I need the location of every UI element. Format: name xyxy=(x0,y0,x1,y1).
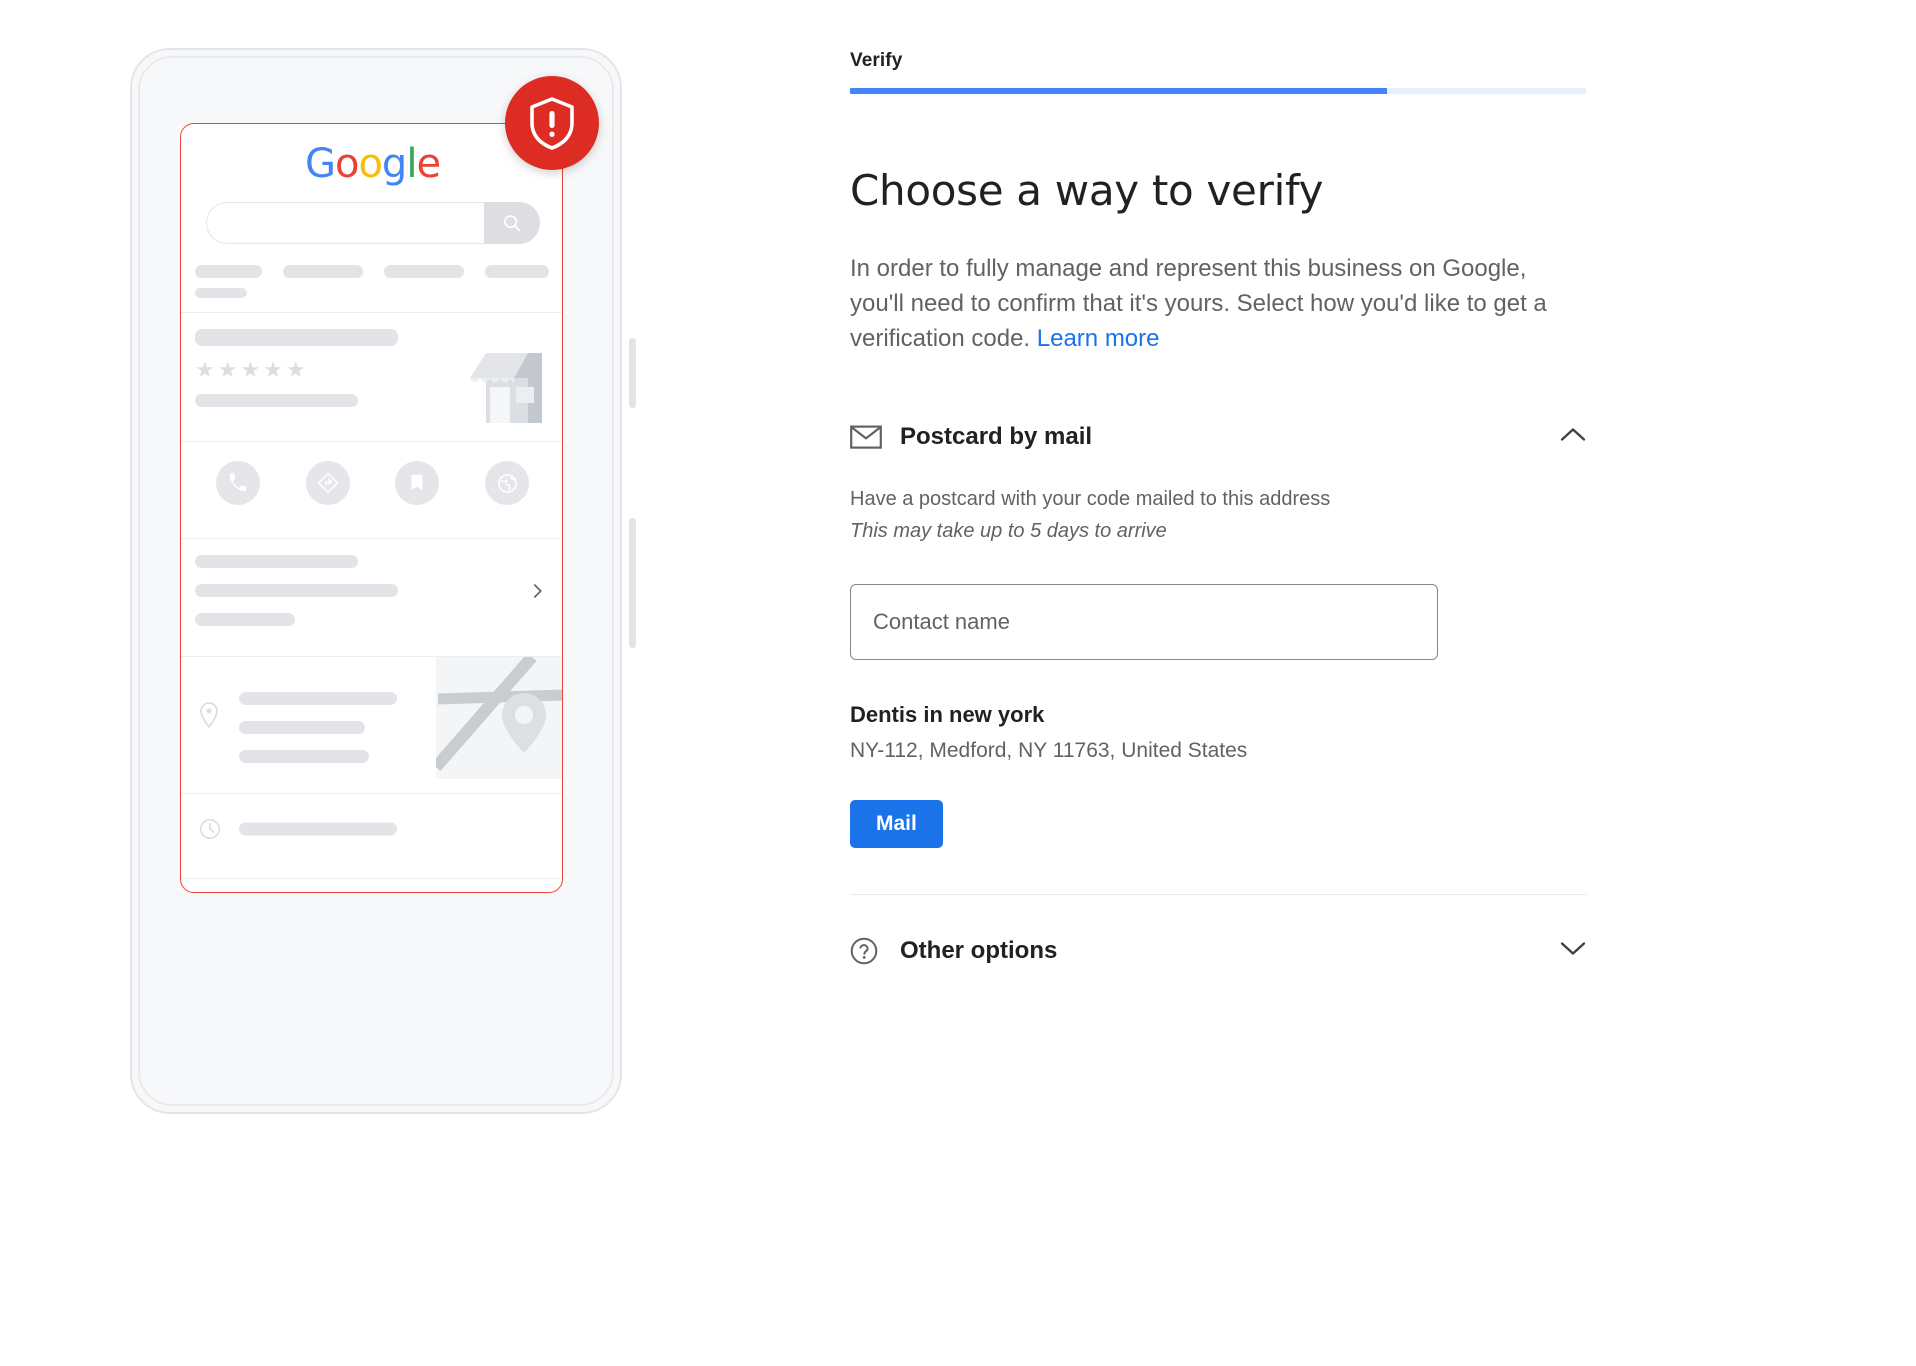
description-text: In order to fully manage and represent t… xyxy=(850,255,1547,352)
postcard-option-description: Have a postcard with your code mailed to… xyxy=(850,486,1586,545)
mock-line xyxy=(195,555,358,568)
postcard-delivery-note: This may take up to 5 days to arrive xyxy=(850,519,1167,542)
business-name: Dentis in new york xyxy=(850,701,1045,727)
phone-illustration: Google ★★★★★ xyxy=(130,48,636,1118)
logo-letter-g1: G xyxy=(304,141,336,187)
progress-bar-fill xyxy=(850,88,1388,94)
contact-name-field[interactable] xyxy=(850,583,1438,660)
location-pin-icon xyxy=(200,702,218,729)
call-action xyxy=(215,461,260,505)
website-icon xyxy=(497,473,517,493)
postcard-option-title: Postcard by mail xyxy=(900,422,1093,450)
mock-line xyxy=(195,584,398,597)
directions-icon xyxy=(317,472,339,494)
progress-bar xyxy=(850,88,1586,94)
mock-line xyxy=(195,613,295,626)
verification-panel: Verify Choose a way to verify In order t… xyxy=(850,50,1586,971)
mock-chip xyxy=(283,265,363,278)
mock-address-lines xyxy=(239,692,397,763)
step-label: Verify xyxy=(850,50,903,71)
phone-side-button-bottom xyxy=(629,518,636,648)
logo-letter-e: e xyxy=(416,141,441,187)
google-logo: Google xyxy=(181,141,562,187)
postcard-option-header[interactable]: Postcard by mail xyxy=(850,417,1586,457)
website-action xyxy=(485,461,530,505)
mock-action-row xyxy=(181,442,562,524)
postcard-description-text: Have a postcard with your code mailed to… xyxy=(850,487,1331,510)
envelope-icon xyxy=(850,424,884,450)
phone-screen: Google ★★★★★ xyxy=(180,123,563,893)
logo-letter-l: l xyxy=(406,141,417,187)
mock-hours-row xyxy=(181,794,562,864)
logo-letter-g2: g xyxy=(381,141,407,187)
mock-chip xyxy=(384,265,464,278)
call-icon xyxy=(229,473,247,492)
mock-phone-row xyxy=(181,879,562,892)
phone-side-button-top xyxy=(629,338,636,408)
mock-line xyxy=(239,721,365,734)
mock-chip xyxy=(195,288,247,298)
other-options-header[interactable]: Other options xyxy=(850,931,1586,971)
mock-address-row xyxy=(181,657,562,779)
directions-action xyxy=(305,461,350,505)
business-address: NY-112, Medford, NY 11763, United States xyxy=(850,738,1248,762)
clock-icon xyxy=(199,818,221,840)
shield-alert-icon xyxy=(530,97,574,150)
mock-chip xyxy=(195,265,262,278)
chevron-right-icon xyxy=(533,583,542,598)
contact-name-input[interactable] xyxy=(871,607,1417,636)
mock-info-block xyxy=(181,539,562,642)
mock-line xyxy=(239,692,397,705)
bookmark-icon xyxy=(411,474,423,491)
logo-letter-o2: o xyxy=(358,141,383,187)
mock-line xyxy=(239,750,369,763)
page-description: In order to fully manage and represent t… xyxy=(850,252,1550,356)
mock-review-count xyxy=(195,394,358,407)
learn-more-link[interactable]: Learn more xyxy=(1037,325,1160,352)
chevron-down-icon[interactable] xyxy=(1560,940,1586,961)
storefront-illustration xyxy=(458,331,556,434)
mail-button[interactable]: Mail xyxy=(850,799,943,848)
search-icon xyxy=(503,215,520,232)
map-thumbnail xyxy=(436,657,562,779)
chevron-up-icon[interactable] xyxy=(1560,426,1586,447)
help-circle-icon xyxy=(850,937,884,965)
section-divider xyxy=(850,893,1586,895)
page-title: Choose a way to verify xyxy=(850,166,1324,215)
mock-chip xyxy=(485,265,549,278)
mock-business-title xyxy=(195,329,398,346)
save-action xyxy=(395,461,440,505)
verification-alert-badge xyxy=(505,76,599,170)
mock-filter-chips xyxy=(195,265,562,278)
mock-search-bar xyxy=(205,202,540,244)
mock-line xyxy=(239,822,397,836)
other-options-title: Other options xyxy=(900,936,1058,964)
mock-search-button xyxy=(483,202,540,244)
mock-business-card: ★★★★★ xyxy=(181,313,562,427)
logo-letter-o1: o xyxy=(334,141,360,187)
